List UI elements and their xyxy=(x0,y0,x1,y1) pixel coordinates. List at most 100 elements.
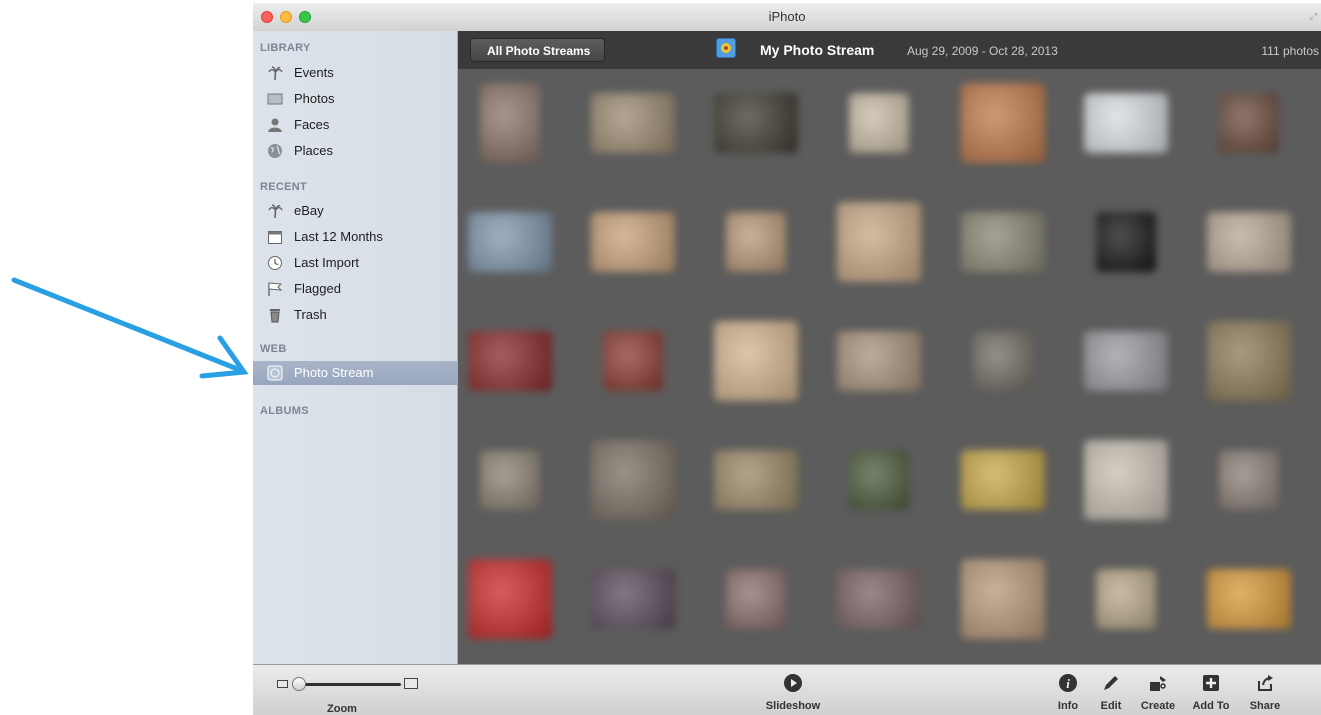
pencil-icon xyxy=(1104,676,1118,690)
all-photo-streams-button[interactable]: All Photo Streams xyxy=(470,38,606,62)
info-label: Info xyxy=(1057,700,1079,712)
zoom-label: Zoom xyxy=(327,703,357,715)
fullscreen-icon[interactable]: ⤢ xyxy=(1310,11,1317,22)
sidebar-item-label: Last Import xyxy=(294,255,360,270)
photo-thumbnail[interactable] xyxy=(1219,450,1279,510)
photo-stream-icon xyxy=(267,365,283,381)
photo-thumbnail[interactable] xyxy=(961,559,1045,639)
sidebar-item-photo-stream[interactable]: Photo Stream xyxy=(253,361,457,385)
sidebar-item-trash[interactable]: Trash xyxy=(253,303,457,327)
sidebar-item-label: Flagged xyxy=(294,281,341,296)
photo-thumbnail[interactable] xyxy=(603,331,663,391)
sidebar-item-label: Photos xyxy=(294,91,335,106)
bottom-toolbar: Zoom Slideshow i Info Edit Create Add To… xyxy=(253,664,1321,715)
clock-icon xyxy=(268,256,282,270)
stream-header: All Photo Streams My Photo Stream Aug 29… xyxy=(458,31,1321,69)
play-icon xyxy=(784,674,802,692)
photo-thumbnail[interactable] xyxy=(480,83,540,163)
photo-thumbnail[interactable] xyxy=(468,559,552,639)
section-albums: ALBUMS xyxy=(260,405,309,417)
section-web: WEB xyxy=(260,343,287,355)
photo-thumbnail[interactable] xyxy=(714,93,798,153)
sidebar-item-last-12-months[interactable]: Last 12 Months xyxy=(253,225,457,249)
photo-thumbnail[interactable] xyxy=(1084,331,1168,391)
share-icon xyxy=(1258,675,1273,691)
add-icon xyxy=(1203,675,1219,691)
create-icon xyxy=(1150,676,1166,691)
date-range: Aug 29, 2009 - Oct 28, 2013 xyxy=(907,44,1058,58)
zoom-slider-knob[interactable] xyxy=(292,677,306,691)
photo-count: 111 photos xyxy=(1261,44,1319,58)
share-label: Share xyxy=(1249,700,1281,712)
photo-thumbnail[interactable] xyxy=(1084,440,1168,520)
sidebar-item-label: Trash xyxy=(294,307,327,322)
sidebar-item-label: Places xyxy=(294,143,334,158)
photo-stream-avatar-icon xyxy=(716,38,736,58)
edit-label: Edit xyxy=(1100,700,1122,712)
photo-thumbnail[interactable] xyxy=(849,450,909,510)
sidebar-item-last-import[interactable]: Last Import xyxy=(253,251,457,275)
iphoto-window: iPhoto ⤢ LIBRARY Events Photos Faces Pla… xyxy=(253,3,1321,715)
photo-thumbnail[interactable] xyxy=(1096,212,1156,272)
faces-icon xyxy=(268,118,282,132)
svg-text:i: i xyxy=(1066,676,1070,691)
sidebar-item-label: Last 12 Months xyxy=(294,229,383,244)
section-library: LIBRARY xyxy=(260,42,311,54)
edit-button[interactable]: Edit xyxy=(1091,665,1131,715)
sidebar-item-ebay[interactable]: eBay xyxy=(253,199,457,223)
photo-thumbnail[interactable] xyxy=(1084,93,1168,153)
share-button[interactable]: Share xyxy=(1239,665,1291,715)
photo-thumbnail[interactable] xyxy=(480,450,540,510)
photo-thumbnail[interactable] xyxy=(714,450,798,510)
add-to-button[interactable]: Add To xyxy=(1183,665,1239,715)
section-recent: RECENT xyxy=(260,181,308,193)
photo-thumbnail[interactable] xyxy=(714,321,798,401)
photo-thumbnail[interactable] xyxy=(726,212,786,272)
photo-thumbnail[interactable] xyxy=(726,569,786,629)
photo-thumbnail[interactable] xyxy=(961,450,1045,510)
sidebar-item-label: eBay xyxy=(294,203,324,218)
sidebar-item-faces[interactable]: Faces xyxy=(253,113,457,137)
sidebar-item-events[interactable]: Events xyxy=(253,61,457,85)
photo-thumbnail[interactable] xyxy=(1207,212,1291,272)
photo-thumbnail[interactable] xyxy=(1096,569,1156,629)
photo-thumbnail[interactable] xyxy=(591,569,675,629)
photo-thumbnail[interactable] xyxy=(837,331,921,391)
info-button[interactable]: i Info xyxy=(1048,665,1088,715)
photo-thumbnail[interactable] xyxy=(1219,93,1279,153)
photo-thumbnail[interactable] xyxy=(468,331,552,391)
photo-thumbnail[interactable] xyxy=(1207,569,1291,629)
photo-thumbnail[interactable] xyxy=(961,83,1045,163)
window-title: iPhoto xyxy=(768,9,806,24)
create-label: Create xyxy=(1140,700,1176,712)
palm-tree-icon xyxy=(268,204,283,219)
sidebar-item-label: Photo Stream xyxy=(294,365,374,380)
photo-thumbnail[interactable] xyxy=(591,93,675,153)
slideshow-button[interactable]: Slideshow xyxy=(753,665,833,715)
trash-icon xyxy=(270,309,280,323)
photo-thumbnail[interactable] xyxy=(837,569,921,629)
photo-thumbnail[interactable] xyxy=(591,440,675,520)
photo-thumbnail[interactable] xyxy=(1207,321,1291,401)
photo-thumbnail[interactable] xyxy=(591,212,675,272)
sidebar-item-places[interactable]: Places xyxy=(253,139,457,163)
create-button[interactable]: Create xyxy=(1133,665,1183,715)
photo-grid xyxy=(458,69,1321,664)
globe-icon xyxy=(268,144,282,158)
sidebar-item-label: Events xyxy=(294,65,334,80)
photo-thumbnail[interactable] xyxy=(837,202,921,282)
photos-icon xyxy=(267,93,283,105)
calendar-icon xyxy=(268,231,282,244)
photo-thumbnail[interactable] xyxy=(849,93,909,153)
stream-title: My Photo Stream xyxy=(760,42,875,58)
pointer-arrow xyxy=(11,277,249,379)
photo-thumbnail[interactable] xyxy=(468,212,552,272)
zoom-slider[interactable] xyxy=(293,683,401,686)
sidebar: LIBRARY Events Photos Faces Places RECEN… xyxy=(253,31,458,664)
sidebar-item-flagged[interactable]: Flagged xyxy=(253,277,457,301)
photo-thumbnail[interactable] xyxy=(973,331,1033,391)
slideshow-label: Slideshow xyxy=(765,700,821,712)
title-bar: iPhoto ⤢ xyxy=(253,3,1321,32)
photo-thumbnail[interactable] xyxy=(961,212,1045,272)
sidebar-item-photos[interactable]: Photos xyxy=(253,87,457,111)
